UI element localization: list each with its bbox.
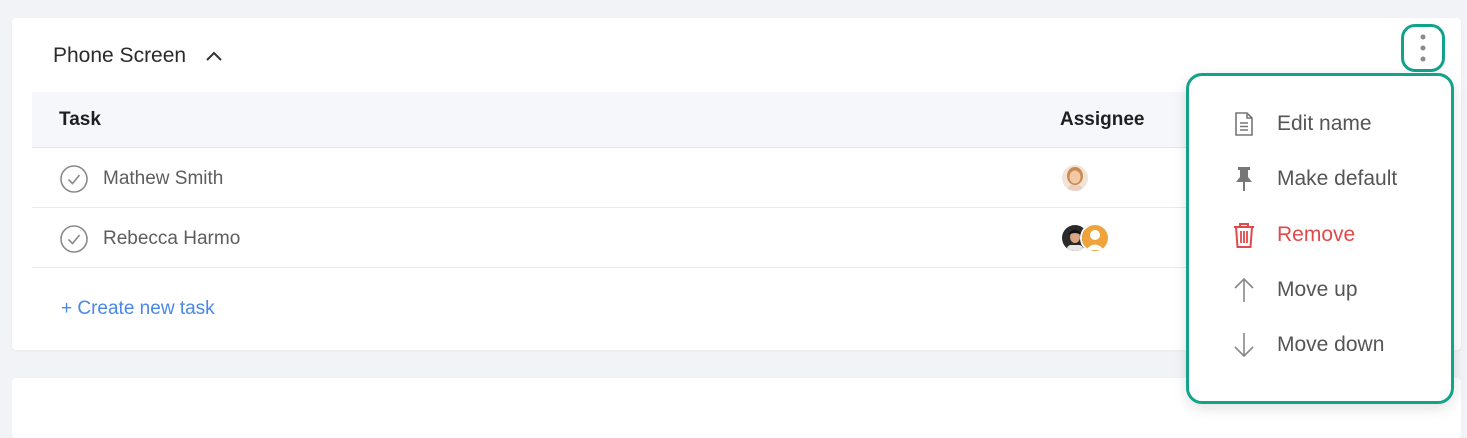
menu-item-label: Move down — [1277, 333, 1385, 356]
create-new-task-link[interactable]: + Create new task — [61, 298, 215, 320]
chevron-up-icon — [206, 51, 222, 61]
section-title: Phone Screen — [53, 44, 187, 67]
menu-item-label: Remove — [1277, 223, 1356, 246]
assignee-avatars[interactable] — [1060, 163, 1090, 195]
menu-item-label: Make default — [1277, 167, 1398, 190]
arrow-down-icon — [1229, 330, 1259, 360]
avatar-woman-icon — [1062, 165, 1088, 191]
menu-item-label: Edit name — [1277, 112, 1372, 135]
menu-item-move-up[interactable]: Move up — [1189, 266, 1451, 314]
menu-item-remove[interactable]: Remove — [1189, 211, 1451, 259]
menu-item-move-down[interactable]: Move down — [1189, 321, 1451, 369]
more-vertical-icon — [1420, 34, 1426, 62]
more-options-button[interactable] — [1401, 24, 1445, 72]
task-name: Rebecca Harmo — [103, 228, 241, 249]
task-name: Mathew Smith — [103, 168, 224, 189]
column-header-task: Task — [59, 109, 101, 130]
section-options-menu: Edit name Make default Remove Move up Mo… — [1186, 73, 1454, 404]
pin-icon — [1229, 164, 1259, 194]
user-placeholder-icon — [1082, 225, 1108, 251]
assignee-avatars[interactable] — [1060, 223, 1110, 255]
trash-icon — [1229, 220, 1259, 250]
menu-item-make-default[interactable]: Make default — [1189, 155, 1451, 203]
avatar — [1060, 163, 1090, 193]
document-icon — [1229, 109, 1259, 139]
section-header: Phone Screen — [53, 42, 228, 70]
menu-item-edit-name[interactable]: Edit name — [1189, 100, 1451, 148]
menu-item-label: Move up — [1277, 278, 1358, 301]
arrow-up-icon — [1229, 275, 1259, 305]
avatar — [1080, 223, 1110, 253]
check-circle-icon[interactable] — [59, 224, 89, 254]
check-circle-icon[interactable] — [59, 164, 89, 194]
collapse-chevron-button[interactable] — [200, 42, 228, 70]
column-header-assignee: Assignee — [1060, 109, 1145, 130]
